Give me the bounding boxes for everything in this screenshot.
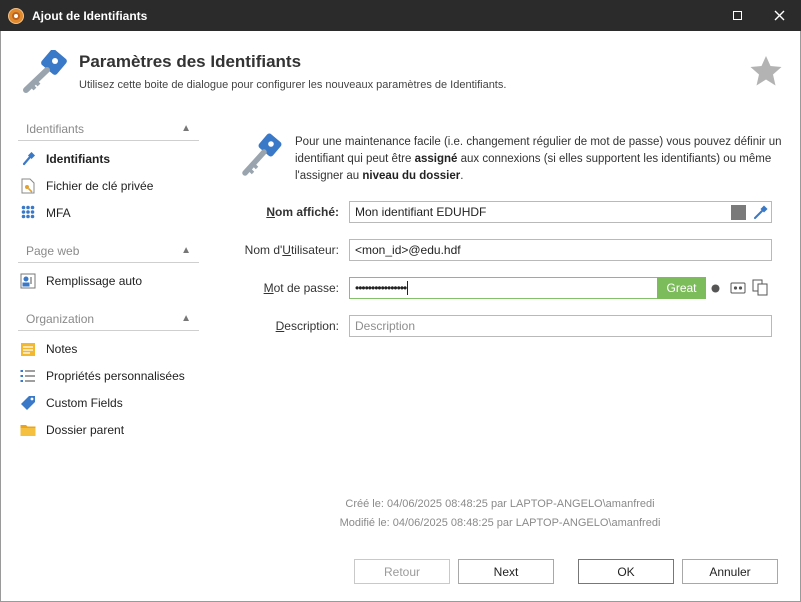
- username-label: Nom d'Utilisateur:: [244, 243, 339, 257]
- window-title: Ajout de Identifiants: [32, 8, 148, 23]
- next-button[interactable]: Next: [458, 559, 554, 584]
- password-input[interactable]: ••••••••••••••••: [349, 277, 658, 299]
- info-text: Pour une maintenance facile (i.e. change…: [295, 136, 782, 182]
- created-info: Créé le: 04/06/2025 08:48:25 par LAPTOP-…: [345, 498, 655, 510]
- sidebar-section-page-web[interactable]: Page web ▲: [18, 239, 199, 263]
- sidebar-section-organization[interactable]: Organization ▲: [18, 307, 199, 331]
- close-icon: [774, 10, 784, 21]
- star-icon[interactable]: [749, 55, 783, 87]
- title-bar: Ajout de Identifiants: [0, 0, 801, 31]
- copy-icon[interactable]: [752, 279, 768, 296]
- cancel-button[interactable]: Annuler: [682, 559, 778, 584]
- sidebar-item-custom-fields[interactable]: Custom Fields: [20, 392, 123, 414]
- tag-icon: [20, 395, 36, 411]
- sidebar-item-mfa[interactable]: MFA: [20, 202, 71, 224]
- keypad-icon: [20, 205, 36, 221]
- chevron-up-icon[interactable]: ▲: [181, 123, 191, 134]
- username-input[interactable]: <mon_id>@edu.hdf: [349, 239, 772, 261]
- display-name-label: Nom affiché:: [266, 205, 339, 219]
- maximize-icon: [732, 11, 742, 20]
- sidebar-item-custom-properties[interactable]: Propriétés personnalisées: [20, 365, 185, 387]
- key-icon: [242, 133, 282, 176]
- show-password-icon[interactable]: [730, 281, 746, 295]
- page-title: Paramètres des Identifiants: [79, 52, 302, 71]
- record-icon[interactable]: [711, 284, 720, 293]
- key-icon: [23, 50, 67, 93]
- chevron-up-icon[interactable]: ▲: [181, 245, 191, 256]
- password-label: Mot de passe:: [263, 281, 339, 295]
- sidebar-item-notes[interactable]: Notes: [20, 338, 77, 360]
- close-button[interactable]: [756, 0, 801, 31]
- page-subtitle: Utilisez cette boite de dialogue pour co…: [79, 79, 507, 91]
- display-name-input[interactable]: Mon identifiant EDUHDF: [349, 201, 772, 223]
- sidebar-item-autofill[interactable]: Remplissage auto: [20, 270, 142, 292]
- maximize-button[interactable]: [714, 0, 760, 31]
- modified-info: Modifié le: 04/06/2025 08:48:25 par LAPT…: [339, 517, 661, 529]
- sidebar-item-private-key-file[interactable]: Fichier de clé privée: [20, 175, 153, 197]
- key-file-icon: [20, 178, 36, 194]
- key-icon: [20, 151, 36, 167]
- description-input[interactable]: Description: [349, 315, 772, 337]
- sidebar-item-parent-folder[interactable]: Dossier parent: [20, 419, 124, 441]
- password-strength-badge: Great: [657, 277, 706, 299]
- back-button[interactable]: Retour: [354, 559, 450, 584]
- folder-icon: [20, 422, 36, 438]
- color-swatch-button[interactable]: [731, 205, 746, 220]
- list-icon: [20, 368, 36, 384]
- ok-button[interactable]: OK: [578, 559, 674, 584]
- sidebar-section-identifiants[interactable]: Identifiants ▲: [18, 117, 199, 141]
- sidebar-item-identifiants[interactable]: Identifiants: [20, 148, 110, 170]
- description-label: Description:: [275, 319, 339, 333]
- chevron-up-icon[interactable]: ▲: [181, 313, 191, 324]
- notes-icon: [20, 341, 36, 357]
- autofill-icon: [20, 273, 36, 289]
- pen-icon[interactable]: [753, 205, 768, 220]
- app-icon: [8, 7, 24, 24]
